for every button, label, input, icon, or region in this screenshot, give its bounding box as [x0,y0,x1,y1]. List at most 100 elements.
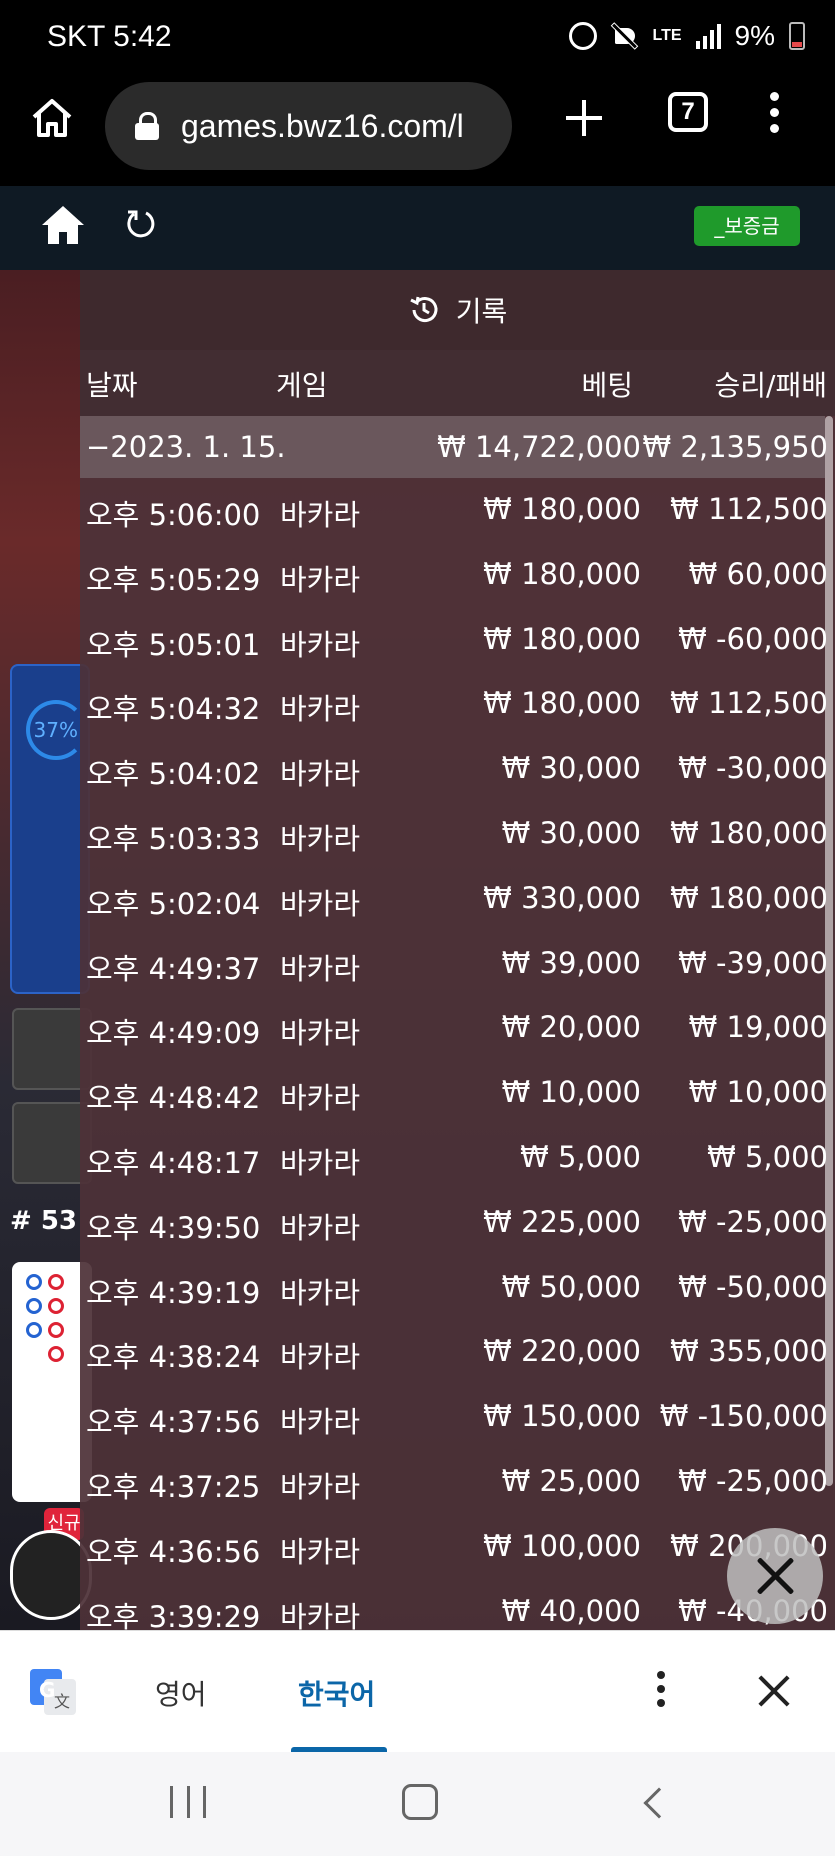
road-dot [48,1274,64,1290]
site-header: _보증금 [0,186,835,270]
row-time: 오후 4:49:37 [86,951,261,986]
row-time: 오후 5:06:00 [86,498,261,532]
translate-bar: G 文 영어 한국어 [0,1630,835,1753]
row-game: 바카라 [280,1081,361,1116]
table-row[interactable]: 오후 4:36:56바카라₩ 100,000₩ 200,000 [80,1515,828,1580]
row-win-loss: ₩ 112,500 [670,686,828,721]
row-time: 오후 3:39:29 [86,1599,261,1630]
row-win-loss: ₩ 112,500 [670,492,828,526]
table-row[interactable]: 오후 4:37:56 바카라 ₩ 150,000 ₩ -150,000 [80,1385,828,1450]
table-row[interactable]: 오후 5:02:04 바카라 ₩ 330,000 ₩ 180,000 [80,867,828,932]
address-bar[interactable]: games.bwz16.com/l [105,82,512,170]
road-dot [26,1298,42,1314]
row-bet: ₩ 225,000 [483,1204,641,1239]
lock-icon [135,112,159,140]
row-time: 오후 5:02:04 [86,886,261,921]
row-win-loss: ₩ -60,000 [678,621,828,656]
browser-home-icon[interactable] [30,96,74,140]
row-game: 바카라 [280,1210,361,1245]
row-game: 바카라 [280,1534,361,1569]
table-row[interactable]: 오후 5:05:01 바카라 ₩ 180,000 ₩ -60,000 [80,608,828,673]
table-row[interactable]: 오후 3:39:29바카라₩ 40,000₩ -40,000 [80,1580,828,1630]
new-tab-button[interactable] [562,96,606,140]
row-win-loss: ₩ 5,000 [707,1140,828,1174]
row-win-loss: ₩ -25,000 [678,1204,828,1239]
target-language-tab[interactable]: 한국어 [298,1673,375,1713]
network-type: LTE [652,27,682,44]
deposit-button[interactable]: _보증금 [694,206,800,246]
source-language-tab[interactable]: 영어 [155,1673,207,1713]
row-time: 오후 5:03:33 [86,822,261,856]
refresh-icon[interactable] [124,208,156,240]
mute-icon [611,22,639,50]
row-bet: ₩ 50,000 [501,1269,641,1304]
table-row[interactable]: 오후 4:49:09 바카라 ₩ 20,000 ₩ 19,000 [80,996,828,1061]
scrollbar[interactable] [825,416,833,1486]
status-icons: LTE 9% [568,20,805,52]
row-game: 바카라 [280,627,361,662]
column-bet: 베팅 [581,369,633,402]
row-bet: ₩ 40,000 [501,1593,641,1628]
row-time: 오후 4:39:50 [86,1210,261,1245]
row-game: 바카라 [280,1599,361,1630]
road-dot [48,1322,64,1338]
table-row[interactable]: 오후 5:04:02 바카라 ₩ 30,000 ₩ -30,000 [80,737,828,802]
carrier-time: SKT 5:42 [47,20,172,53]
close-history-button[interactable] [727,1528,823,1624]
table-row[interactable]: 오후 4:37:25 바카라 ₩ 25,000 ₩ -25,000 [80,1450,828,1515]
row-win-loss: ₩ 180,000 [670,880,828,915]
status-bar: SKT 5:42 LTE 9% [0,0,835,76]
svg-text:G: G [39,1678,55,1702]
back-button[interactable] [643,1787,675,1819]
row-game: 바카라 [280,1340,361,1375]
table-row[interactable]: 오후 4:48:17 바카라 ₩ 5,000 ₩ 5,000 [80,1126,828,1191]
row-time: 오후 5:05:29 [86,562,261,597]
progress-ring: 37% [26,700,86,760]
table-row[interactable]: 오후 5:06:00 바카라 ₩ 180,000 ₩ 112,500 [80,478,828,543]
system-nav-bar [0,1752,835,1856]
nav-home-button[interactable] [402,1784,438,1820]
row-time: 오후 4:49:09 [86,1016,261,1051]
translate-close-button[interactable] [756,1673,792,1709]
row-time: 오후 5:05:01 [86,627,261,662]
date-summary-row[interactable]: −2023. 1. 15. ₩ 14,722,000 ₩ 2,135,950 [80,416,828,478]
row-bet: ₩ 25,000 [501,1464,641,1498]
road-dot [26,1274,42,1290]
row-bet: ₩ 330,000 [483,880,641,915]
row-game: 바카라 [280,1146,361,1180]
road-dot [48,1298,64,1314]
history-title: 기록 [455,295,508,328]
row-time: 오후 4:37:25 [86,1470,261,1504]
svg-text:文: 文 [54,1692,70,1711]
table-row[interactable]: 오후 5:05:29 바카라 ₩ 180,000 ₩ 60,000 [80,543,828,608]
tab-switcher-button[interactable]: 7 [668,92,708,132]
round-count: # 53 [10,1206,78,1236]
row-time: 오후 4:38:24 [86,1340,261,1375]
row-time: 오후 5:04:32 [86,692,261,727]
road-dot [48,1346,64,1362]
column-game: 게임 [276,369,328,402]
row-game: 바카라 [280,951,361,986]
table-header: 날짜 게임 베팅 승리/패배 [80,350,835,416]
row-win-loss: ₩ -150,000 [659,1399,828,1434]
table-row[interactable]: 오후 4:49:37 바카라 ₩ 39,000 ₩ -39,000 [80,932,828,997]
recents-button[interactable] [170,1786,206,1818]
table-row[interactable]: 오후 4:39:19 바카라 ₩ 50,000 ₩ -50,000 [80,1256,828,1321]
row-bet: ₩ 150,000 [483,1399,641,1434]
row-win-loss: ₩ -39,000 [678,945,828,980]
table-row[interactable]: 오후 4:38:24 바카라 ₩ 220,000 ₩ 355,000 [80,1320,828,1385]
google-translate-icon: G 文 [30,1669,76,1715]
row-bet: ₩ 30,000 [501,751,641,786]
row-bet: ₩ 180,000 [483,492,641,526]
table-row[interactable]: 오후 5:03:33 바카라 ₩ 30,000 ₩ 180,000 [80,802,828,867]
site-home-icon[interactable] [40,204,86,246]
table-row[interactable]: 오후 4:39:50 바카라 ₩ 225,000 ₩ -25,000 [80,1191,828,1256]
browser-menu-button[interactable] [768,92,780,136]
row-time: 오후 4:36:56 [86,1534,261,1569]
translate-menu-button[interactable] [656,1671,666,1711]
row-game: 바카라 [280,692,361,727]
table-row[interactable]: 오후 5:04:32 바카라 ₩ 180,000 ₩ 112,500 [80,672,828,737]
history-icon [410,296,438,323]
table-row[interactable]: 오후 4:48:42 바카라 ₩ 10,000 ₩ 10,000 [80,1061,828,1126]
row-win-loss: ₩ -25,000 [678,1464,828,1498]
